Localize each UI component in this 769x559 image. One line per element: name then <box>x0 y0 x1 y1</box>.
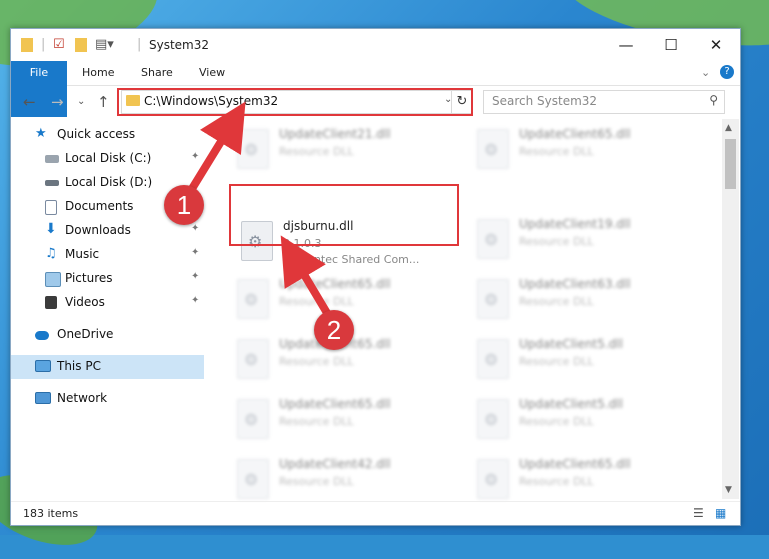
list-item[interactable]: UpdateClient65.dll Resource DLL <box>231 393 451 449</box>
sidebar-item-onedrive[interactable]: OneDrive <box>11 323 204 347</box>
item-count: 183 items <box>23 507 79 520</box>
title-bar: | ☑ ▤▾ | System32 — ☐ ✕ <box>11 29 740 61</box>
tab-view[interactable]: View <box>199 61 225 85</box>
dll-file-icon <box>477 129 509 169</box>
list-item[interactable]: UpdateClient5.dll Resource DLL <box>471 333 691 389</box>
drive-icon <box>45 180 59 186</box>
recent-locations-button[interactable]: ⌄ <box>77 96 85 107</box>
file-highlight-box <box>229 184 459 246</box>
tab-share[interactable]: Share <box>141 61 173 85</box>
pin-icon[interactable]: ✦ <box>191 271 199 282</box>
dll-file-icon <box>237 459 269 499</box>
list-item[interactable]: UpdateClient19.dll Resource DLL <box>471 213 691 269</box>
step-badge-1: 1 <box>164 185 204 225</box>
download-icon: ⬇ <box>45 221 57 237</box>
maximize-button[interactable]: ☐ <box>648 29 694 61</box>
list-item[interactable]: UpdateClient5.dll Resource DLL <box>471 393 691 449</box>
list-item[interactable]: UpdateClient65.dll Resource DLL <box>471 123 691 179</box>
up-button[interactable]: ↑ <box>97 93 110 111</box>
pin-icon[interactable]: ✦ <box>191 247 199 258</box>
expand-ribbon-icon[interactable]: ⌄ <box>701 61 710 85</box>
dll-file-icon <box>477 339 509 379</box>
search-input[interactable]: Search System32 ⚲ <box>483 90 725 114</box>
network-icon <box>35 392 51 404</box>
properties-icon[interactable]: ☑ <box>53 37 65 52</box>
sidebar-item-pictures[interactable]: Pictures ✦ <box>11 267 204 291</box>
navigation-pane: ★ Quick access Local Disk (C:) ✦ Local D… <box>11 119 211 489</box>
video-icon <box>45 296 57 309</box>
tab-home[interactable]: Home <box>82 61 114 85</box>
scrollbar-thumb[interactable] <box>725 139 736 189</box>
dll-file-icon <box>477 279 509 319</box>
dll-file-icon <box>477 219 509 259</box>
dll-file-icon <box>237 279 269 319</box>
music-icon: ♫ <box>45 246 57 261</box>
sidebar-item-music[interactable]: ♫ Music ✦ <box>11 243 204 267</box>
sidebar-item-quick-access[interactable]: ★ Quick access <box>11 123 204 147</box>
folder-icon <box>21 38 33 52</box>
cloud-icon <box>35 331 49 340</box>
back-button[interactable]: ← <box>23 93 36 111</box>
dll-file-icon <box>237 339 269 379</box>
minimize-button[interactable]: — <box>603 29 649 61</box>
scroll-down-icon[interactable]: ▼ <box>725 485 732 495</box>
step-badge-2: 2 <box>314 310 354 350</box>
dll-file-icon <box>237 399 269 439</box>
search-icon: ⚲ <box>709 93 718 107</box>
help-icon[interactable]: ? <box>720 65 734 79</box>
scroll-up-icon[interactable]: ▲ <box>725 123 732 133</box>
window-title: System32 <box>149 38 210 52</box>
pictures-icon <box>45 272 61 287</box>
list-item[interactable]: UpdateClient63.dll Resource DLL <box>471 273 691 329</box>
vertical-scrollbar[interactable]: ▲ ▼ <box>722 119 739 499</box>
dll-file-icon <box>477 459 509 499</box>
drive-icon <box>45 155 59 163</box>
dll-file-icon <box>477 399 509 439</box>
tiles-view-icon[interactable]: ▦ <box>715 506 726 520</box>
file-list: UpdateClient21.dll Resource DLL djsburnu… <box>221 119 721 499</box>
sidebar-item-this-pc[interactable]: This PC <box>11 355 204 379</box>
sidebar-item-network[interactable]: Network <box>11 387 204 411</box>
search-placeholder: Search System32 <box>492 94 598 108</box>
details-view-icon[interactable]: ☰ <box>693 506 704 520</box>
ribbon: File Home Share View ⌄ ? <box>11 61 740 117</box>
forward-button[interactable]: → <box>51 93 64 111</box>
close-button[interactable]: ✕ <box>693 29 739 61</box>
list-item[interactable]: UpdateClient21.dll Resource DLL <box>231 123 451 179</box>
dll-file-icon <box>237 129 269 169</box>
pin-icon[interactable]: ✦ <box>191 295 199 306</box>
star-icon: ★ <box>35 126 47 141</box>
sidebar-item-local-disk-c[interactable]: Local Disk (C:) ✦ <box>11 147 204 171</box>
documents-icon <box>45 200 57 215</box>
pin-icon[interactable]: ✦ <box>191 223 199 234</box>
customize-toolbar-icon[interactable]: ▤▾ <box>95 37 114 52</box>
new-folder-icon[interactable] <box>75 38 87 52</box>
sidebar-item-videos[interactable]: Videos ✦ <box>11 291 204 315</box>
status-bar: 183 items ☰ ▦ <box>11 501 740 525</box>
pin-icon[interactable]: ✦ <box>191 151 199 162</box>
address-highlight-box <box>117 88 473 116</box>
pc-icon <box>35 360 51 372</box>
